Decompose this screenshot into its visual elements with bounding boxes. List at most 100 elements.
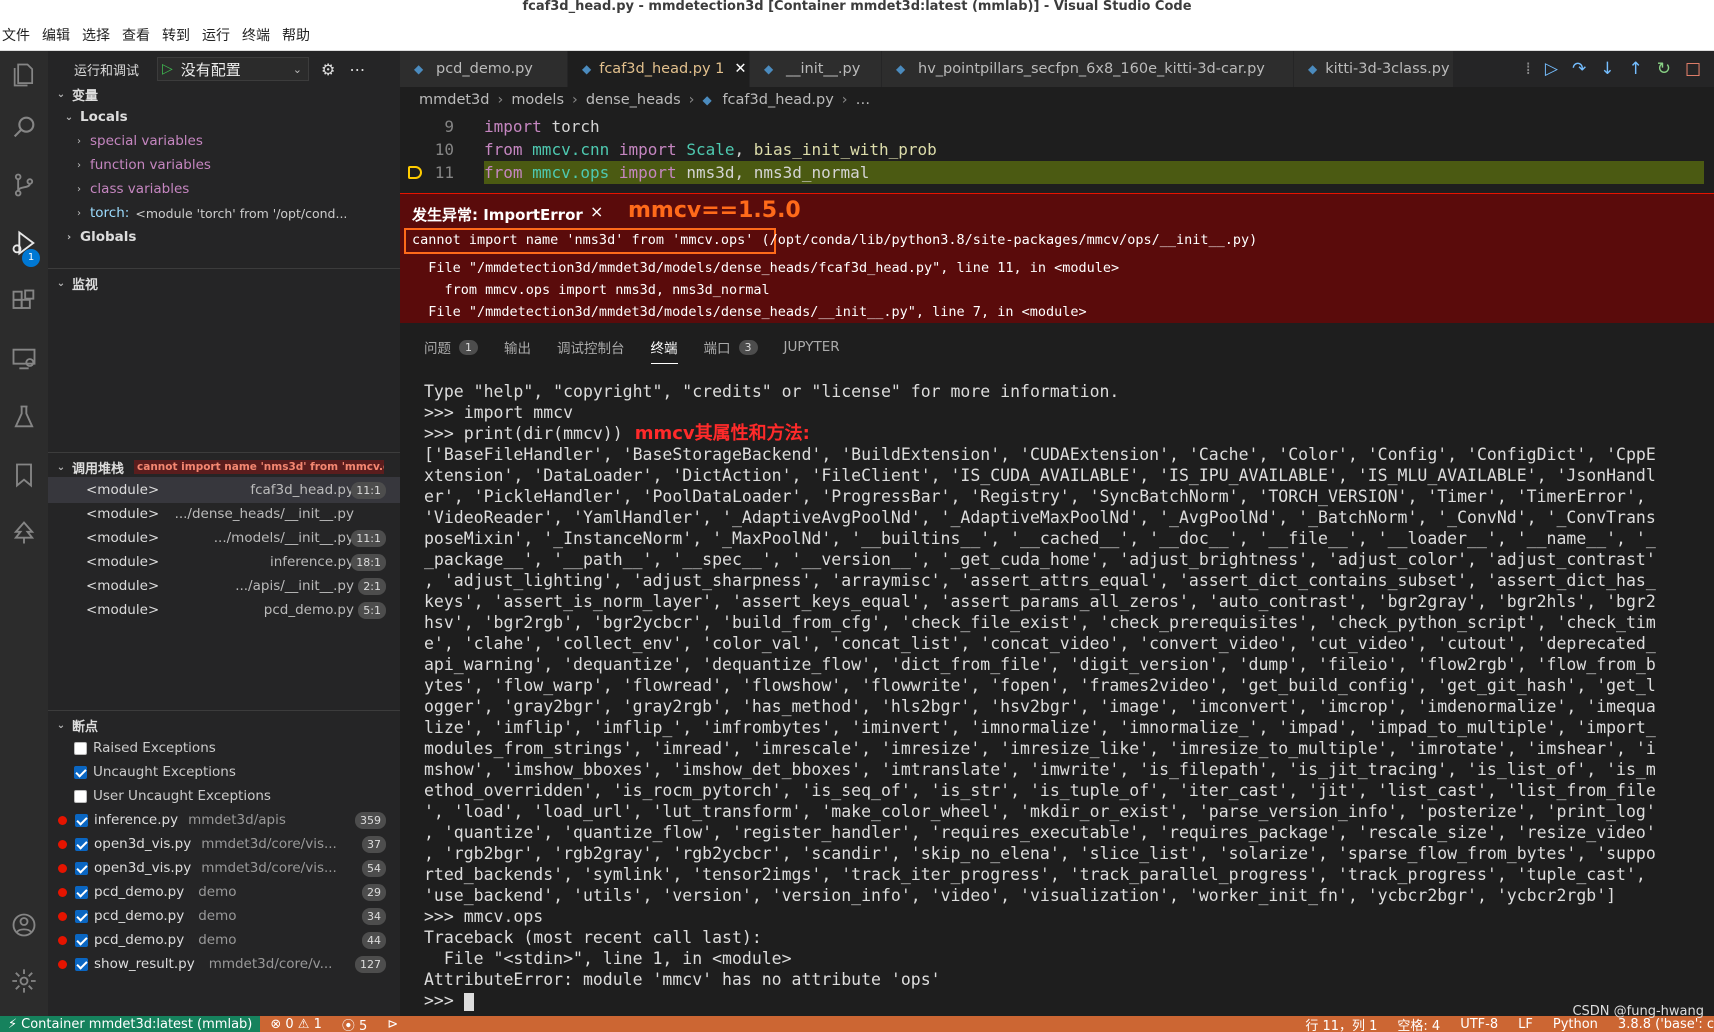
menu-file[interactable]: 文件 xyxy=(2,25,30,45)
launch-config-select[interactable]: ▷ 没有配置 ⌄ xyxy=(157,57,310,81)
variables-section-header[interactable]: ⌄ 变量 xyxy=(48,82,400,106)
menu-selection[interactable]: 选择 xyxy=(82,25,110,45)
checkbox[interactable] xyxy=(74,741,87,755)
indentation[interactable]: 空格: 4 xyxy=(1397,1016,1440,1032)
checkbox[interactable] xyxy=(74,765,87,779)
account-icon[interactable] xyxy=(6,907,42,943)
tab-pcd-demo[interactable]: ◆ pcd_demo.py xyxy=(400,51,568,87)
callstack-title: 调用堆栈 xyxy=(72,461,125,477)
ports-status[interactable]: ⦿ 5 xyxy=(342,1016,367,1032)
gear-icon[interactable]: ⚙ xyxy=(321,60,335,79)
debug-status-icon[interactable]: ⊳ xyxy=(387,1017,398,1032)
exception-breakpoint[interactable]: Uncaught Exceptions xyxy=(48,760,400,784)
stack-frame[interactable]: <module> pcd_demo.py 5:1 xyxy=(48,597,400,623)
breakpoint-item[interactable]: pcd_demo.py demo 44 xyxy=(48,928,400,952)
start-debug-icon[interactable]: ▷ xyxy=(162,61,173,77)
tab-fcaf3d-head[interactable]: ◆ fcaf3d_head.py 1 ✕ xyxy=(568,51,750,87)
tab-terminal[interactable]: 终端 xyxy=(650,337,678,364)
encoding[interactable]: UTF-8 xyxy=(1460,1017,1498,1032)
breakpoint-item[interactable]: inference.py mmdet3d/apis 359 xyxy=(48,808,400,832)
breakpoint-item[interactable]: pcd_demo.py demo 34 xyxy=(48,904,400,928)
more-actions-icon[interactable]: ⋯ xyxy=(349,60,365,79)
traceback-line[interactable]: File "/mmdetection3d/mmdet3d/models/dens… xyxy=(412,260,1119,276)
terminal-output[interactable]: Type "help", "copyright", "credits" or "… xyxy=(400,371,1690,1016)
breadcrumb-item[interactable]: fcaf3d_head.py xyxy=(722,92,833,108)
traceback-line[interactable]: File "/mmdetection3d/mmdet3d/models/dens… xyxy=(412,304,1086,320)
callstack-section-header[interactable]: ⌄ 调用堆栈 cannot import name 'nms3d' from 'mm… xyxy=(48,455,400,479)
stack-frame[interactable]: <module> .../models/__init__.py 11:1 xyxy=(48,525,400,551)
menu-run[interactable]: 运行 xyxy=(202,25,230,45)
globals-scope[interactable]: › Globals xyxy=(48,225,400,249)
tab-output[interactable]: 输出 xyxy=(504,337,531,357)
menu-go[interactable]: 转到 xyxy=(162,25,190,45)
menu-terminal[interactable]: 终端 xyxy=(242,25,270,45)
checkbox[interactable] xyxy=(74,789,87,803)
frame-line: 11:1 xyxy=(351,529,386,547)
locals-scope[interactable]: ⌄ Locals xyxy=(48,105,400,129)
source-control-icon[interactable] xyxy=(6,167,42,203)
stop-icon[interactable]: □ xyxy=(1685,59,1701,79)
step-out-icon[interactable]: ↑ xyxy=(1628,59,1642,79)
exception-breakpoint[interactable]: Raised Exceptions xyxy=(48,736,400,760)
breakpoint-item[interactable]: show_result.py mmdet3d/core/v... 127 xyxy=(48,952,400,976)
close-icon[interactable]: × xyxy=(590,202,603,221)
settings-gear-icon[interactable] xyxy=(6,963,42,999)
tab-kitti[interactable]: ◆ kitti-3d-3class.py xyxy=(1294,51,1454,87)
variable-torch[interactable]: › torch: <module 'torch' from '/opt/cond..… xyxy=(48,201,400,225)
menu-edit[interactable]: 编辑 xyxy=(42,25,70,45)
bookmark-icon[interactable] xyxy=(6,457,42,493)
breakpoint-item[interactable]: open3d_vis.py mmdet3d/core/vis... 37 xyxy=(48,832,400,856)
stack-frame[interactable]: <module> .../apis/__init__.py 2:1 xyxy=(48,573,400,599)
remote-explorer-icon[interactable] xyxy=(6,341,42,377)
explorer-icon[interactable] xyxy=(6,57,42,93)
tab-problems[interactable]: 问题 1 xyxy=(424,337,478,357)
checkbox[interactable] xyxy=(75,885,88,899)
testing-icon[interactable] xyxy=(6,399,42,435)
checkbox[interactable] xyxy=(75,837,88,851)
breadcrumb-item[interactable]: dense_heads xyxy=(586,92,681,108)
stack-frame[interactable]: <module> .../dense_heads/__init__.py xyxy=(48,501,400,527)
checkbox[interactable] xyxy=(75,909,88,923)
cursor-position[interactable]: 行 11，列 1 xyxy=(1305,1016,1377,1032)
step-into-icon[interactable]: ↓ xyxy=(1600,59,1614,79)
exception-breakpoint[interactable]: User Uncaught Exceptions xyxy=(48,784,400,808)
problems-status[interactable]: ⊗ 0 ⚠ 1 xyxy=(270,1017,322,1032)
step-over-icon[interactable]: ↷ xyxy=(1572,59,1586,79)
breakpoint-file: open3d_vis.py xyxy=(94,836,192,852)
checkbox[interactable] xyxy=(75,813,88,827)
tab-init[interactable]: ◆ __init__.py xyxy=(750,51,882,87)
tree-icon[interactable] xyxy=(6,515,42,551)
variable-special[interactable]: › special variables xyxy=(48,129,400,153)
menu-help[interactable]: 帮助 xyxy=(282,25,310,45)
tab-ports[interactable]: 端口 3 xyxy=(704,337,758,357)
checkbox[interactable] xyxy=(75,933,88,947)
restart-icon[interactable]: ↻ xyxy=(1657,59,1671,79)
tab-jupyter[interactable]: JUPYTER xyxy=(784,339,840,355)
tab-pointpillars[interactable]: ◆ hv_pointpillars_secfpn_6x8_160e_kitti-3… xyxy=(882,51,1294,87)
tab-label: 输出 xyxy=(504,341,531,357)
variable-function[interactable]: › function variables xyxy=(48,153,400,177)
eol[interactable]: LF xyxy=(1518,1017,1533,1032)
breakpoint-item[interactable]: pcd_demo.py demo 29 xyxy=(48,880,400,904)
menu-view[interactable]: 查看 xyxy=(122,25,150,45)
remote-indicator[interactable]: ⚡ Container mmdet3d:latest (mmlab) xyxy=(0,1016,261,1032)
stack-frame[interactable]: <module> inference.py 18:1 xyxy=(48,549,400,575)
watch-section-header[interactable]: ⌄ 监视 xyxy=(48,271,400,295)
breadcrumb-item[interactable]: mmdet3d xyxy=(419,92,490,108)
search-icon[interactable] xyxy=(6,109,42,145)
checkbox[interactable] xyxy=(75,957,88,971)
close-icon[interactable]: ✕ xyxy=(734,61,746,77)
stack-frame[interactable]: <module> fcaf3d_head.py 11:1 xyxy=(48,477,400,503)
code-editor[interactable]: 9 import torch 10 from mmcv.cnn import Sca… xyxy=(400,113,1714,193)
extensions-icon[interactable] xyxy=(6,283,42,319)
continue-icon[interactable]: ▷ xyxy=(1545,59,1558,79)
checkbox[interactable] xyxy=(75,861,88,875)
breakpoint-item[interactable]: open3d_vis.py mmdet3d/core/vis... 54 xyxy=(48,856,400,880)
chevron-down-icon[interactable]: ⌄ xyxy=(293,63,302,76)
drag-handle-icon[interactable]: ⁞ xyxy=(1525,59,1530,79)
breadcrumb-item[interactable]: … xyxy=(856,92,871,108)
breakpoints-section-header[interactable]: ⌄ 断点 xyxy=(48,713,400,737)
breadcrumb-item[interactable]: models xyxy=(511,92,564,108)
tab-debug-console[interactable]: 调试控制台 xyxy=(557,337,625,357)
variable-class[interactable]: › class variables xyxy=(48,177,400,201)
